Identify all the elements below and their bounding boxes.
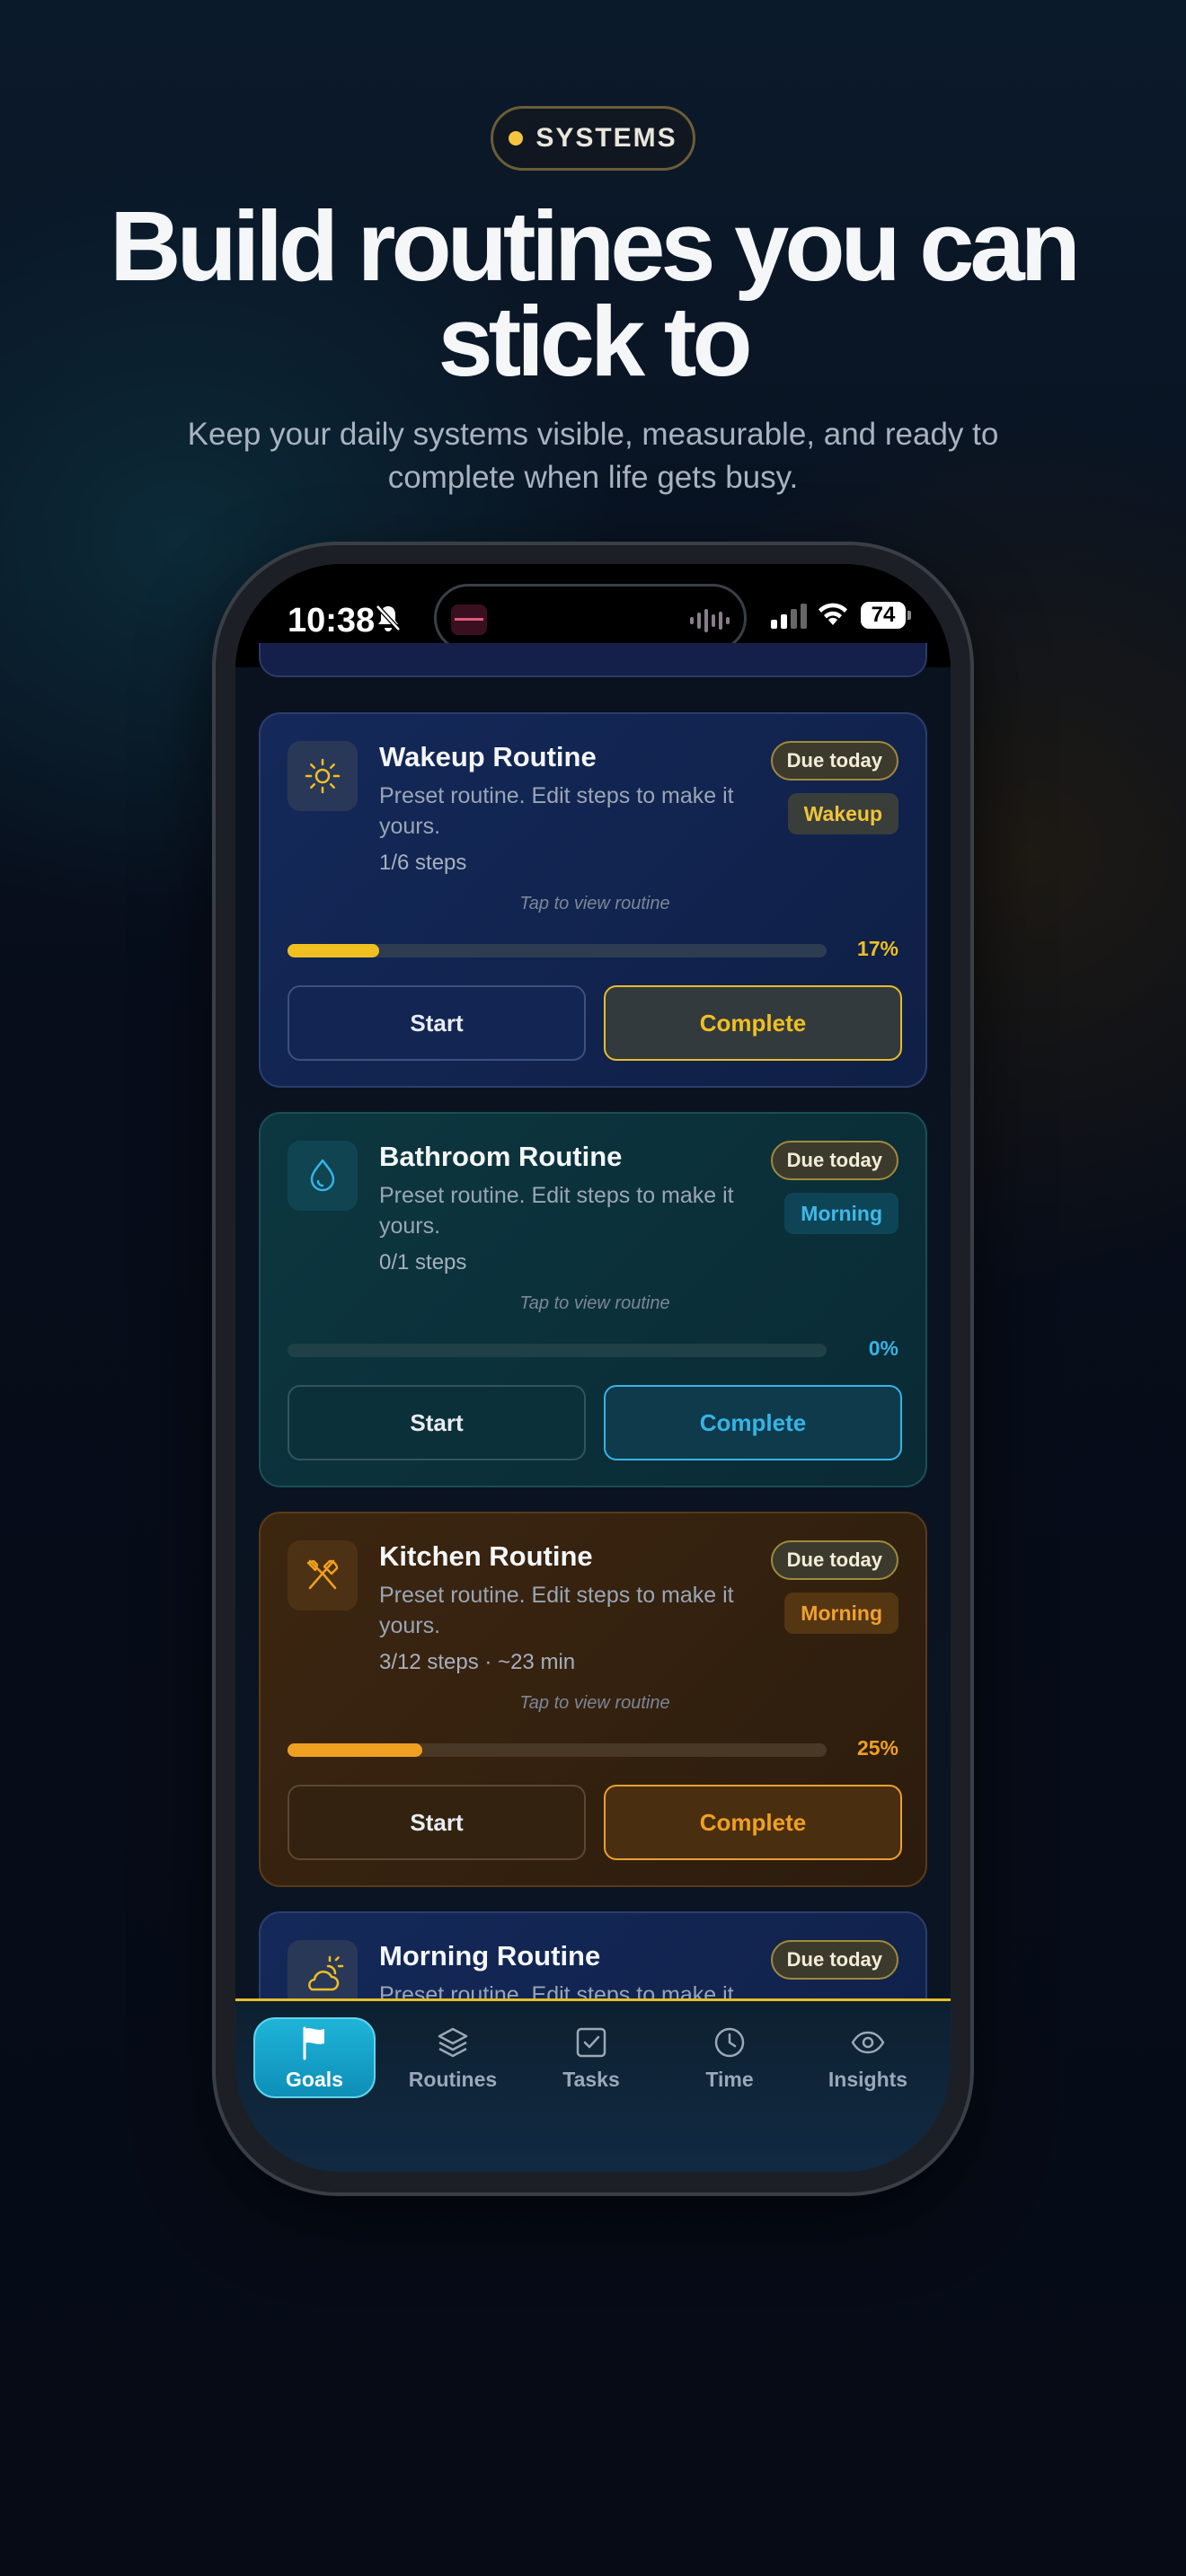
progress-fill bbox=[288, 944, 379, 957]
progress-track bbox=[288, 1344, 827, 1357]
tab-insights[interactable]: Insights bbox=[807, 2017, 929, 2098]
routine-description: Preset routine. Edit steps to make it yo… bbox=[379, 1183, 734, 1239]
routine-card-bathroom[interactable]: Bathroom Routine Preset routine. Edit st… bbox=[259, 1112, 927, 1487]
progress-percent: 25% bbox=[856, 1736, 898, 1760]
progress-percent: 0% bbox=[868, 1337, 898, 1360]
due-badge: Due today bbox=[770, 1940, 898, 1980]
category-badge: Morning bbox=[784, 1193, 898, 1234]
complete-button[interactable]: Complete bbox=[604, 1385, 902, 1460]
tab-label: Time bbox=[705, 2067, 754, 2091]
routine-steps: 3/12 steps · ~23 min bbox=[379, 1650, 576, 1674]
routine-steps: 0/1 steps bbox=[379, 1250, 467, 1275]
tap-hint: Tap to view routine bbox=[519, 894, 670, 913]
routine-title: Morning Routine bbox=[379, 1940, 601, 1972]
tab-goals[interactable]: Goals bbox=[253, 2017, 376, 2098]
audio-wave-icon bbox=[690, 608, 730, 633]
sun-icon bbox=[305, 758, 341, 794]
routine-card-kitchen[interactable]: Kitchen Routine Preset routine. Edit ste… bbox=[259, 1512, 927, 1887]
category-badge: Wakeup bbox=[787, 793, 898, 834]
tap-hint: Tap to view routine bbox=[519, 1293, 670, 1313]
routine-title: Kitchen Routine bbox=[379, 1540, 593, 1572]
section-eyebrow-pill: SYSTEMS bbox=[491, 106, 695, 171]
due-badge: Due today bbox=[770, 1540, 898, 1580]
phone-screen: 10:38 74 Wakeup Routine Preset routine. … bbox=[235, 564, 951, 2172]
tab-tasks[interactable]: Tasks bbox=[530, 2017, 652, 2098]
start-button[interactable]: Start bbox=[288, 1785, 586, 1860]
routine-description: Preset routine. Edit steps to make it yo… bbox=[379, 783, 734, 839]
routine-title: Wakeup Routine bbox=[379, 741, 597, 772]
tab-label: Routines bbox=[408, 2067, 498, 2091]
sun-cloud-icon bbox=[308, 1955, 344, 1991]
checkbox-icon bbox=[576, 2027, 606, 2057]
routine-description: Preset routine. Edit steps to make it yo… bbox=[379, 1583, 734, 1638]
complete-button[interactable]: Complete bbox=[604, 1785, 902, 1860]
tab-label: Insights bbox=[828, 2067, 908, 2091]
water-drop-icon bbox=[310, 1159, 335, 1192]
eyebrow-dot bbox=[509, 131, 524, 146]
clock-icon bbox=[714, 2027, 745, 2057]
routine-icon-box bbox=[288, 1141, 358, 1211]
hero-subline: Keep your daily systems visible, measura… bbox=[187, 417, 999, 495]
layers-icon bbox=[438, 2027, 468, 2057]
bell-muted-icon bbox=[376, 604, 401, 631]
routine-icon-box bbox=[288, 1540, 358, 1610]
flag-icon bbox=[303, 2026, 324, 2060]
eyebrow-label: SYSTEMS bbox=[535, 123, 677, 153]
routine-steps: 1/6 steps bbox=[379, 851, 467, 875]
progress-percent: 17% bbox=[856, 937, 898, 960]
due-badge: Due today bbox=[770, 741, 898, 781]
utensils-icon bbox=[306, 1559, 339, 1590]
eye-icon bbox=[851, 2031, 885, 2053]
cellular-signal-icon bbox=[771, 602, 807, 629]
progress-track bbox=[288, 944, 827, 957]
dynamic-island[interactable] bbox=[434, 584, 747, 652]
category-badge: Morning bbox=[784, 1592, 898, 1634]
complete-button[interactable]: Complete bbox=[604, 985, 902, 1061]
start-button[interactable]: Start bbox=[288, 985, 586, 1061]
wifi-icon bbox=[819, 603, 847, 625]
progress-track bbox=[288, 1743, 827, 1757]
tab-time[interactable]: Time bbox=[668, 2017, 791, 2098]
routine-title: Bathroom Routine bbox=[379, 1141, 623, 1172]
progress-fill bbox=[288, 1743, 422, 1757]
due-badge: Due today bbox=[770, 1141, 898, 1180]
tap-hint: Tap to view routine bbox=[519, 1693, 670, 1713]
start-button[interactable]: Start bbox=[288, 1385, 586, 1460]
live-activity-thumbnail bbox=[451, 604, 487, 635]
status-time: 10:38 bbox=[288, 602, 376, 640]
tab-label: Tasks bbox=[562, 2067, 620, 2091]
routine-icon-box bbox=[288, 741, 358, 811]
routine-card-wakeup[interactable]: Wakeup Routine Preset routine. Edit step… bbox=[259, 712, 927, 1088]
battery-indicator: 74 bbox=[861, 602, 911, 629]
tab-label: Goals bbox=[286, 2067, 343, 2091]
previous-card-edge bbox=[259, 643, 927, 677]
hero-headline: Build routines you can stick to bbox=[110, 191, 1081, 397]
bottom-tab-bar: Goals Routines Tasks Time Insights bbox=[235, 1998, 951, 2172]
tab-routines[interactable]: Routines bbox=[392, 2017, 514, 2098]
